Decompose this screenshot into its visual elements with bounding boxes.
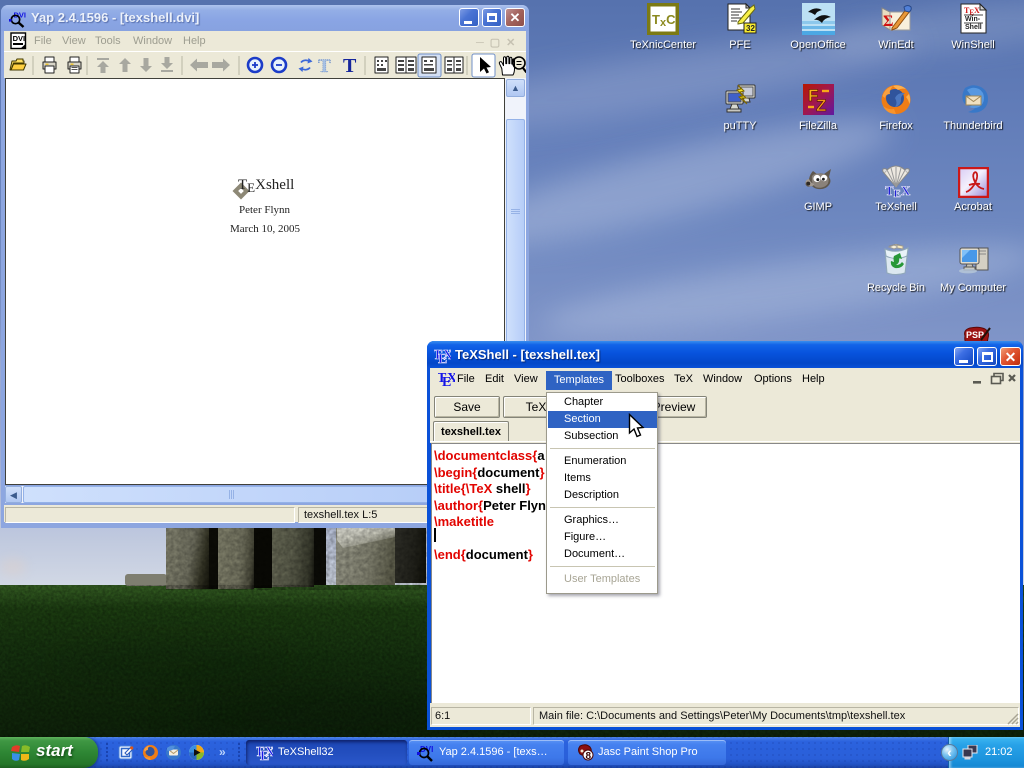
svg-text:T: T [343, 55, 357, 77]
svg-text:T: T [318, 56, 331, 77]
svg-text:Shell: Shell [965, 24, 982, 31]
svg-text:8: 8 [586, 751, 592, 762]
svg-text:DVI: DVI [13, 34, 26, 43]
svg-text:X: X [443, 348, 451, 363]
svg-text:Z: Z [816, 96, 826, 115]
svg-text:X: X [447, 371, 455, 386]
svg-text:X: X [265, 745, 273, 760]
svg-text:Win-: Win- [965, 16, 981, 23]
svg-text:32: 32 [746, 24, 755, 33]
